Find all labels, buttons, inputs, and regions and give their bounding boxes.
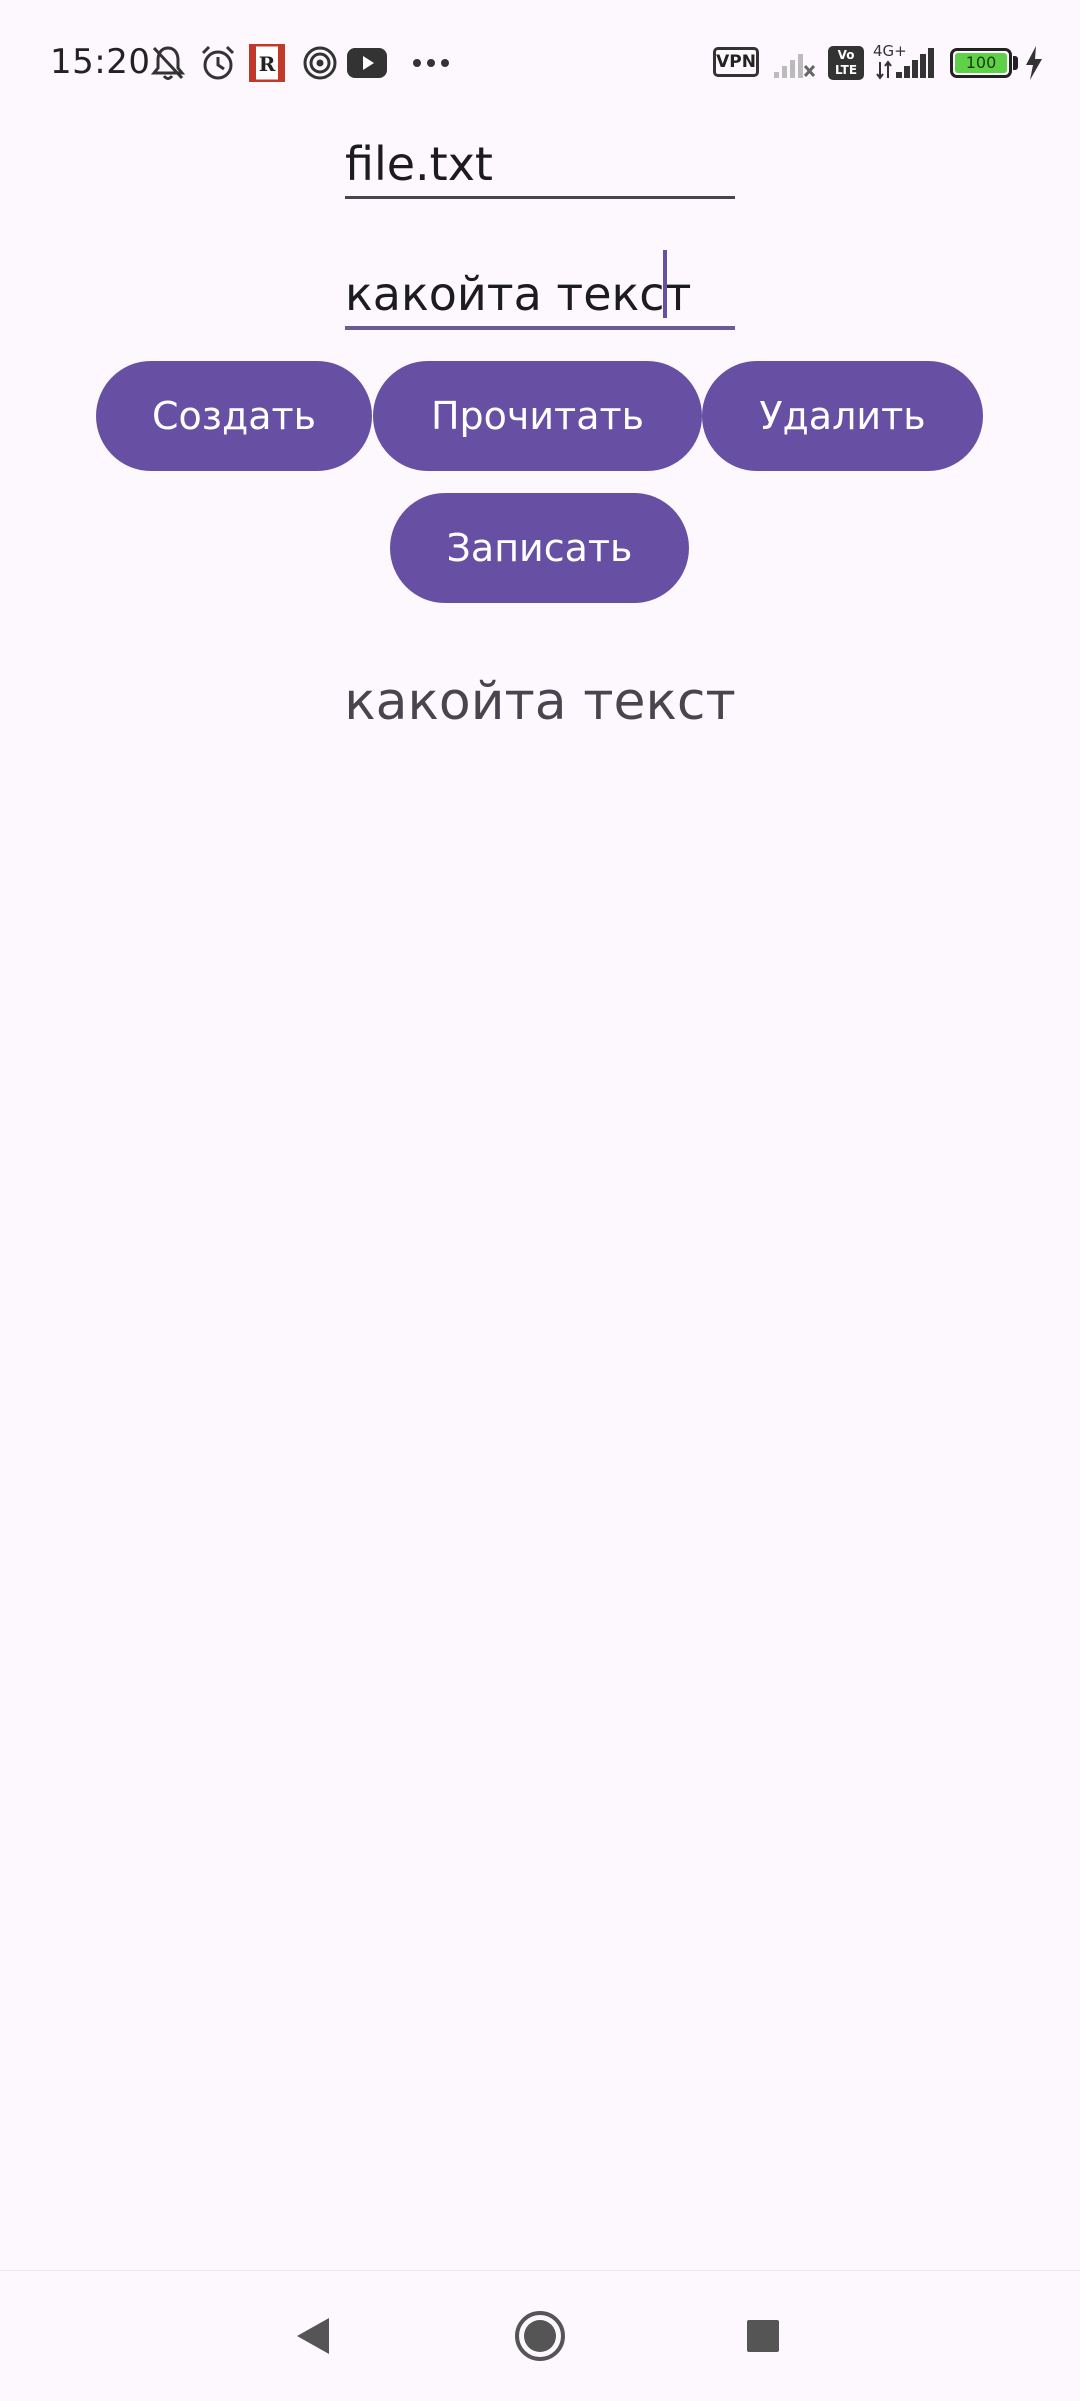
- filename-input[interactable]: [345, 131, 735, 199]
- battery-level: 100: [955, 53, 1007, 73]
- more-dots-icon: [413, 59, 449, 67]
- delete-button[interactable]: Удалить: [702, 361, 983, 471]
- recent-apps-icon: [747, 2320, 779, 2352]
- write-button[interactable]: Записать: [390, 493, 689, 603]
- create-button[interactable]: Создать: [96, 361, 372, 471]
- file-content-output: какойта текст: [344, 672, 736, 732]
- svg-text:R: R: [259, 52, 276, 76]
- volte-indicator: Vo LTE: [828, 46, 864, 80]
- status-time: 15:20: [50, 42, 151, 82]
- youtube-icon: [347, 48, 387, 78]
- home-icon: [515, 2311, 565, 2361]
- back-icon: [297, 2318, 329, 2354]
- spiral-icon: [303, 46, 337, 80]
- app-r-icon: R: [249, 44, 285, 82]
- text-cursor: [663, 250, 667, 318]
- navigation-bar: [0, 2270, 1080, 2401]
- battery-indicator: 100: [950, 48, 1012, 78]
- alarm-icon: [201, 45, 235, 80]
- recent-apps-button[interactable]: [698, 2271, 828, 2401]
- battery-tip: [1013, 56, 1018, 70]
- back-button[interactable]: [248, 2271, 378, 2401]
- vpn-indicator: VPN: [713, 47, 759, 77]
- bell-off-icon: [150, 46, 186, 80]
- home-button[interactable]: [475, 2271, 605, 2401]
- content-input[interactable]: [345, 262, 735, 330]
- status-bar: 15:20 R VPN Vo LTE 4G+ 100: [0, 0, 1080, 128]
- signal-icon: [876, 48, 934, 80]
- signal-no-icon: [774, 54, 816, 78]
- read-button[interactable]: Прочитать: [373, 361, 702, 471]
- charging-bolt-icon: [1026, 46, 1042, 80]
